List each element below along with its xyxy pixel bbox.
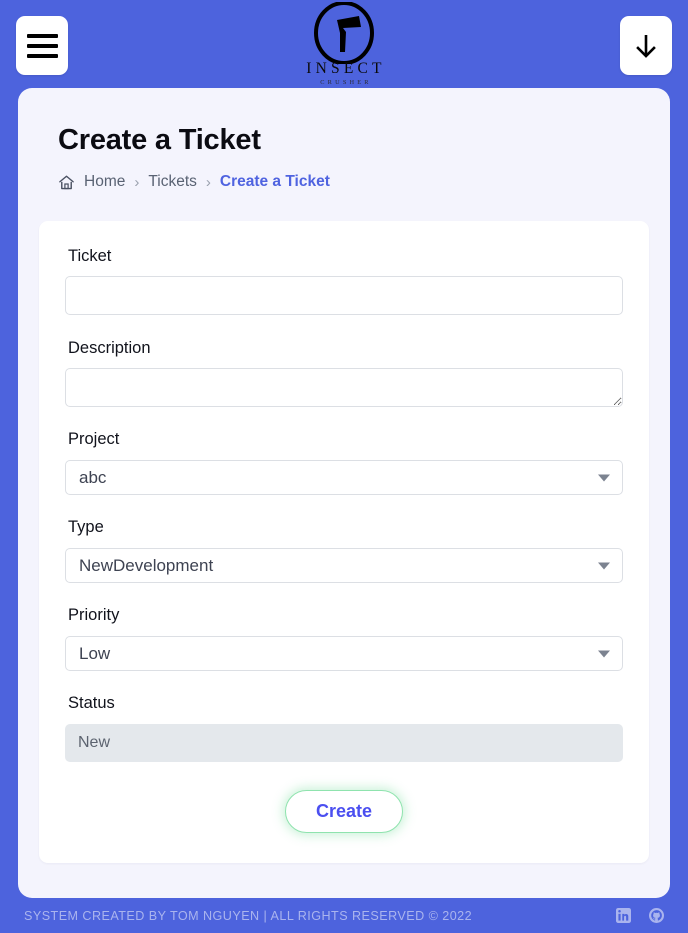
priority-select[interactable]: Low xyxy=(65,636,623,671)
content-card: Create a Ticket Home › Tickets › Create … xyxy=(18,88,670,898)
label-ticket: Ticket xyxy=(68,247,112,265)
field-ticket: Ticket xyxy=(65,247,623,315)
github-icon[interactable] xyxy=(649,908,664,923)
app-header: INSECT CRUSHER xyxy=(0,0,688,88)
field-status: Status xyxy=(65,694,623,762)
breadcrumb: Home › Tickets › Create a Ticket xyxy=(58,173,650,191)
logo-wordmark: INSECT xyxy=(306,60,386,77)
breadcrumb-separator: › xyxy=(134,173,140,191)
create-button[interactable]: Create xyxy=(284,790,404,833)
label-project: Project xyxy=(68,430,120,448)
footer-social-links xyxy=(616,908,664,923)
brand-logo: INSECT CRUSHER xyxy=(0,2,688,86)
arrow-down-icon xyxy=(636,34,656,58)
label-description: Description xyxy=(68,339,151,357)
field-type: Type NewDevelopment xyxy=(65,518,623,583)
brand-logo-link[interactable]: INSECT CRUSHER xyxy=(268,2,420,86)
footer-copyright: SYSTEM CREATED BY TOM NGUYEN | ALL RIGHT… xyxy=(24,908,473,923)
breadcrumb-item-tickets[interactable]: Tickets xyxy=(148,173,197,191)
label-priority: Priority xyxy=(68,606,120,624)
hammer-circle-logo-icon xyxy=(314,2,374,64)
breadcrumb-separator: › xyxy=(205,173,211,191)
field-priority: Priority Low xyxy=(65,606,623,671)
page-title: Create a Ticket xyxy=(58,124,261,156)
description-textarea[interactable] xyxy=(65,368,623,407)
project-select[interactable]: abc xyxy=(65,460,623,495)
field-description: Description xyxy=(65,339,623,407)
type-select[interactable]: NewDevelopment xyxy=(65,548,623,583)
label-status: Status xyxy=(68,694,115,712)
linkedin-icon[interactable] xyxy=(616,908,631,923)
field-project: Project abc xyxy=(65,430,623,495)
menu-button[interactable] xyxy=(16,16,68,75)
ticket-input[interactable] xyxy=(65,276,623,315)
breadcrumb-item-current: Create a Ticket xyxy=(219,173,330,190)
download-button[interactable] xyxy=(620,16,672,75)
app-footer: SYSTEM CREATED BY TOM NGUYEN | ALL RIGHT… xyxy=(0,898,688,933)
status-input xyxy=(65,724,623,762)
home-icon[interactable] xyxy=(58,174,75,191)
hamburger-icon xyxy=(26,33,58,58)
label-type: Type xyxy=(68,518,104,536)
breadcrumb-item-home[interactable]: Home xyxy=(84,173,125,191)
create-ticket-form: Ticket Description Project abc Type NewD… xyxy=(39,221,649,863)
logo-subtitle: CRUSHER xyxy=(320,78,372,86)
